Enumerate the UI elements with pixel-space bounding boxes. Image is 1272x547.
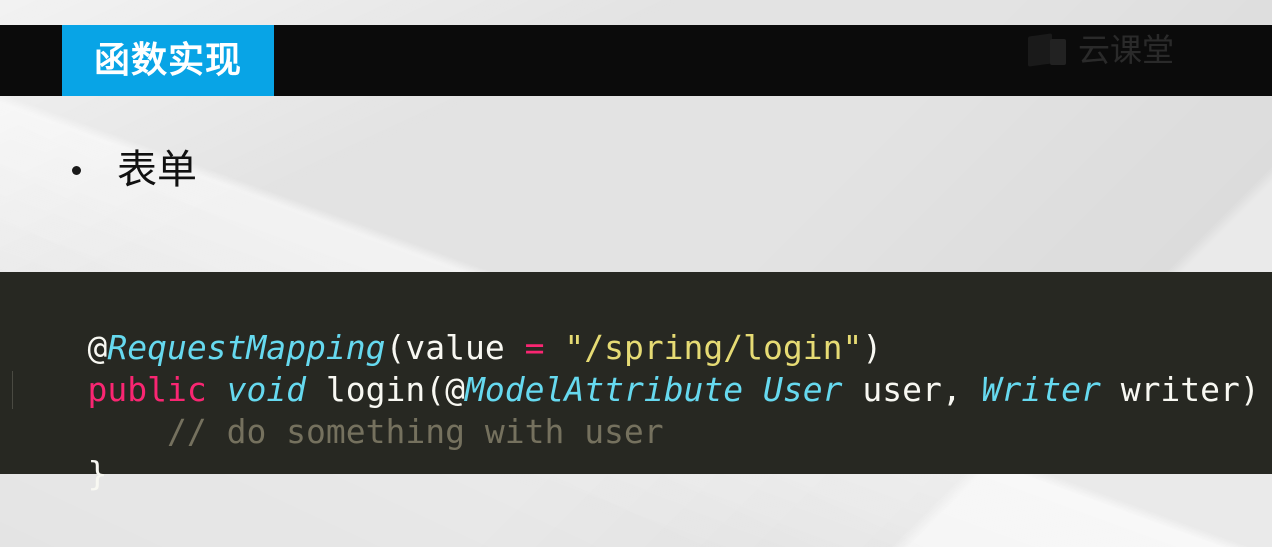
- indent-guide: [12, 371, 13, 409]
- code-line-2: public void login(@ModelAttribute User u…: [8, 327, 1272, 409]
- code-line-3: // do something with user: [8, 369, 1272, 451]
- book-logo-icon: [1028, 33, 1068, 67]
- code-token: }: [87, 454, 108, 493]
- brand-name: 云课堂: [1078, 31, 1175, 69]
- brand-logo: 云课堂: [1028, 30, 1174, 70]
- bullet-text: 表单: [117, 147, 197, 193]
- bullet-item: 表单: [72, 140, 197, 200]
- bullet-dot-icon: [72, 165, 81, 175]
- code-line-4: }: [8, 411, 1272, 493]
- code-block: @RequestMapping(value = "/spring/login")…: [0, 272, 1272, 493]
- page-title: 函数实现: [62, 25, 274, 96]
- code-line-1: @RequestMapping(value = "/spring/login"): [8, 285, 1272, 367]
